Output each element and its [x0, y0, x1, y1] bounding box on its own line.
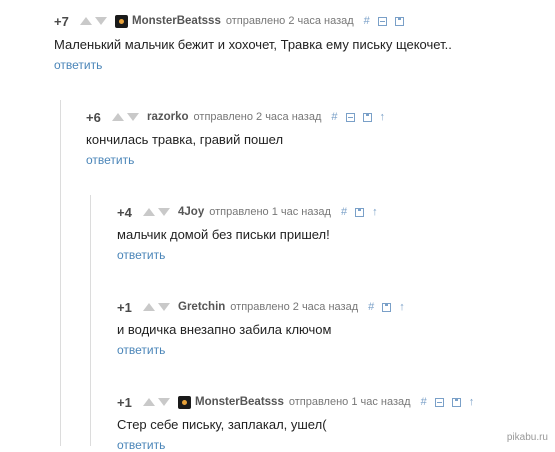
vote-up-icon[interactable] [112, 113, 124, 121]
comment-text: кончилась травка, гравий пошел [86, 132, 284, 147]
avatar[interactable] [178, 395, 191, 409]
rating-score: +1 [117, 394, 132, 410]
vote-up-icon[interactable] [143, 303, 155, 311]
author-link[interactable]: MonsterBeatsss [195, 396, 284, 408]
comment-header: +4 4Joy отправлено 1 час назад # ↑ [117, 204, 386, 220]
hash-link-icon[interactable]: # [421, 396, 427, 408]
save-icon[interactable] [451, 397, 461, 407]
comment-header: +7 MonsterBeatsss отправлено 2 часа наза… [54, 13, 412, 29]
save-icon[interactable] [355, 207, 365, 217]
vote-down-icon[interactable] [158, 398, 170, 406]
reply-link[interactable]: ответить [54, 58, 102, 72]
save-icon[interactable] [394, 16, 404, 26]
hash-link-icon[interactable]: # [364, 15, 370, 27]
reply-link[interactable]: ответить [86, 153, 134, 167]
rating-score: +1 [117, 299, 132, 315]
comment-text: Маленький мальчик бежит и хохочет, Травк… [54, 37, 452, 52]
vote-down-icon[interactable] [158, 208, 170, 216]
comment-header: +1 Gretchin отправлено 2 часа назад # ↑ [117, 299, 413, 315]
reply-link[interactable]: ответить [117, 438, 165, 452]
hash-link-icon[interactable]: # [368, 301, 374, 313]
parent-arrow-icon[interactable]: ↑ [372, 206, 378, 218]
rating-score: +6 [86, 109, 101, 125]
vote-down-icon[interactable] [127, 113, 139, 121]
parent-arrow-icon[interactable]: ↑ [380, 111, 386, 123]
comment-text: Стер себе письку, заплакал, ушел( [117, 417, 327, 432]
author-link[interactable]: 4Joy [178, 206, 204, 218]
comment-1: +7 MonsterBeatsss отправлено 2 часа наза… [0, 0, 555, 80]
timestamp: отправлено 2 часа назад [230, 301, 359, 313]
comment-header: +1 MonsterBeatsss отправлено 1 час назад… [117, 394, 482, 410]
thread-line[interactable] [60, 100, 61, 446]
avatar[interactable] [115, 14, 128, 28]
save-icon[interactable] [362, 112, 372, 122]
vote-down-icon[interactable] [158, 303, 170, 311]
collapse-icon[interactable] [345, 112, 355, 122]
comment-text: мальчик домой без письки пришел! [117, 227, 330, 242]
collapse-icon[interactable] [434, 397, 444, 407]
rating-score: +4 [117, 204, 132, 220]
author-link[interactable]: razorko [147, 111, 189, 123]
author-link[interactable]: Gretchin [178, 301, 225, 313]
comment-header: +6 razorko отправлено 2 часа назад # ↑ [86, 109, 393, 125]
collapse-icon[interactable] [377, 16, 387, 26]
reply-link[interactable]: ответить [117, 343, 165, 357]
vote-up-icon[interactable] [80, 17, 92, 25]
parent-arrow-icon[interactable]: ↑ [469, 396, 475, 408]
hash-link-icon[interactable]: # [331, 111, 337, 123]
parent-arrow-icon[interactable]: ↑ [399, 301, 405, 313]
timestamp: отправлено 2 часа назад [193, 111, 322, 123]
author-link[interactable]: MonsterBeatsss [132, 15, 221, 27]
watermark: pikabu.ru [503, 431, 551, 444]
hash-link-icon[interactable]: # [341, 206, 347, 218]
thread-line[interactable] [90, 385, 91, 446]
vote-up-icon[interactable] [143, 398, 155, 406]
rating-score: +7 [54, 13, 69, 29]
timestamp: отправлено 1 час назад [209, 206, 331, 218]
save-icon[interactable] [382, 302, 392, 312]
vote-down-icon[interactable] [95, 17, 107, 25]
vote-up-icon[interactable] [143, 208, 155, 216]
timestamp: отправлено 2 часа назад [225, 15, 354, 27]
comment-text: и водичка внезапно забила ключом [117, 322, 332, 337]
reply-link[interactable]: ответить [117, 248, 165, 262]
timestamp: отправлено 1 час назад [288, 396, 411, 408]
